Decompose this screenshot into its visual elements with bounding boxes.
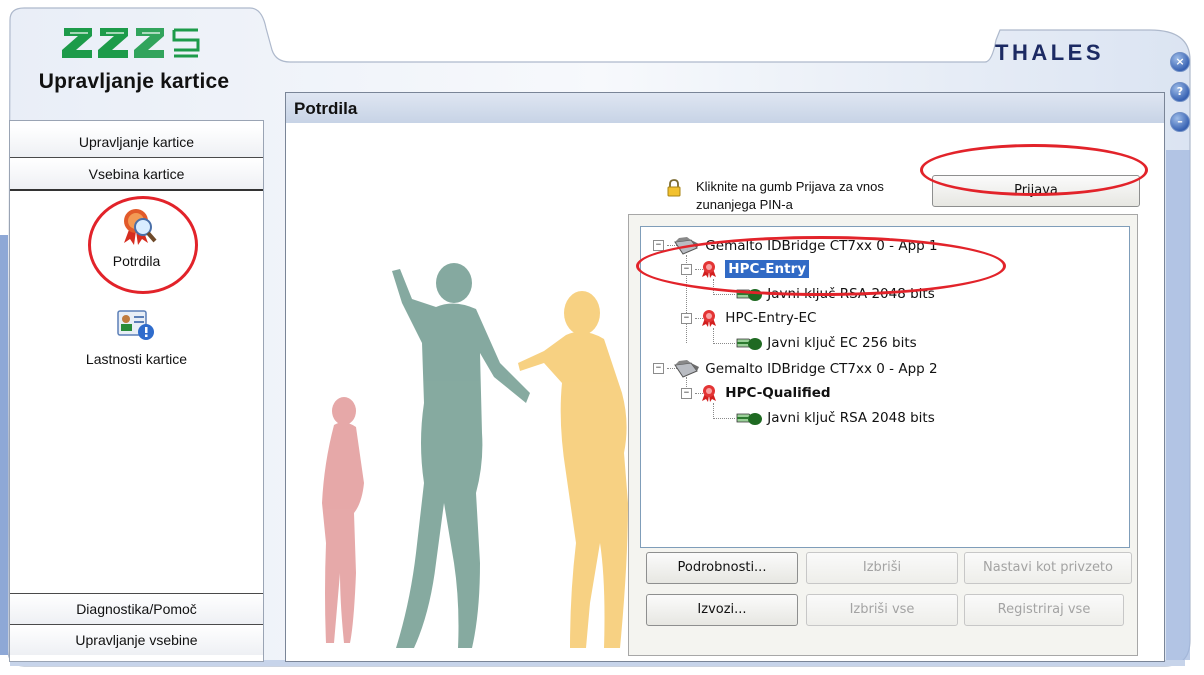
set-default-button[interactable]: Nastavi kot privzeto (964, 552, 1132, 584)
collapse-toggle[interactable]: − (681, 313, 692, 324)
sidebar-tab-card-management[interactable]: Upravljanje kartice (10, 127, 263, 158)
tree-node-label: Gemalto IDBridge CT7xx 0 - App 2 (705, 361, 938, 377)
sidebar-tab-card-contents[interactable]: Vsebina kartice (10, 159, 263, 191)
export-button[interactable]: Izvozi... (646, 594, 798, 626)
login-hint-text: Kliknite na gumb Prijava za vnos zunanje… (696, 179, 884, 212)
tree-node-key-rsa-2[interactable]: Javni ključ RSA 2048 bits (735, 409, 935, 427)
collapse-toggle[interactable]: − (653, 363, 664, 374)
details-button[interactable]: Podrobnosti... (646, 552, 798, 584)
register-all-button[interactable]: Registriraj vse (964, 594, 1124, 626)
help-icon[interactable]: ? (1170, 82, 1190, 102)
card-properties-icon (117, 310, 154, 340)
collapse-toggle[interactable]: − (681, 388, 692, 399)
minimize-icon[interactable]: – (1170, 112, 1190, 132)
certificate-icon (702, 385, 716, 402)
zzzs-logo (62, 28, 200, 58)
tree-node-label: Javni ključ EC 256 bits (767, 335, 917, 351)
tree-node-hpc-entry-ec[interactable]: HPC-Entry-EC (699, 309, 816, 327)
annotation-oval-hpc-entry (636, 236, 1006, 296)
page-title: Potrdila (294, 99, 358, 118)
lock-icon (667, 179, 681, 197)
sidebar-tab-content-management[interactable]: Upravljanje vsebine (10, 625, 263, 655)
tree-node-key-ec[interactable]: Javni ključ EC 256 bits (735, 334, 917, 352)
sidebar-item-label: Lastnosti kartice (85, 351, 188, 367)
key-icon (736, 338, 762, 350)
sidebar-tab-diagnostics-help[interactable]: Diagnostika/Pomoč (10, 593, 263, 625)
annotation-oval-login (920, 144, 1148, 196)
close-icon[interactable]: × (1170, 52, 1190, 72)
certificate-icon (702, 310, 716, 327)
panel-title-bar (286, 93, 1164, 123)
people-silhouettes-illustration (322, 263, 628, 648)
tree-node-reader-app2[interactable]: Gemalto IDBridge CT7xx 0 - App 2 (671, 359, 938, 379)
delete-all-button[interactable]: Izbriši vse (806, 594, 958, 626)
thales-logo: THALES (995, 40, 1104, 65)
delete-button[interactable]: Izbriši (806, 552, 958, 584)
tree-node-label: HPC-Qualified (725, 385, 831, 401)
tree-node-hpc-qualified[interactable]: HPC-Qualified (699, 384, 831, 402)
sidebar-item-card-properties[interactable]: Lastnosti kartice (10, 301, 263, 371)
annotation-oval-certificates (88, 196, 198, 294)
key-icon (736, 413, 762, 425)
card-reader-icon (674, 360, 699, 378)
tree-node-label: Javni ključ RSA 2048 bits (767, 410, 935, 426)
tree-node-label: HPC-Entry-EC (725, 310, 817, 326)
app-title: Upravljanje kartice (38, 70, 230, 93)
